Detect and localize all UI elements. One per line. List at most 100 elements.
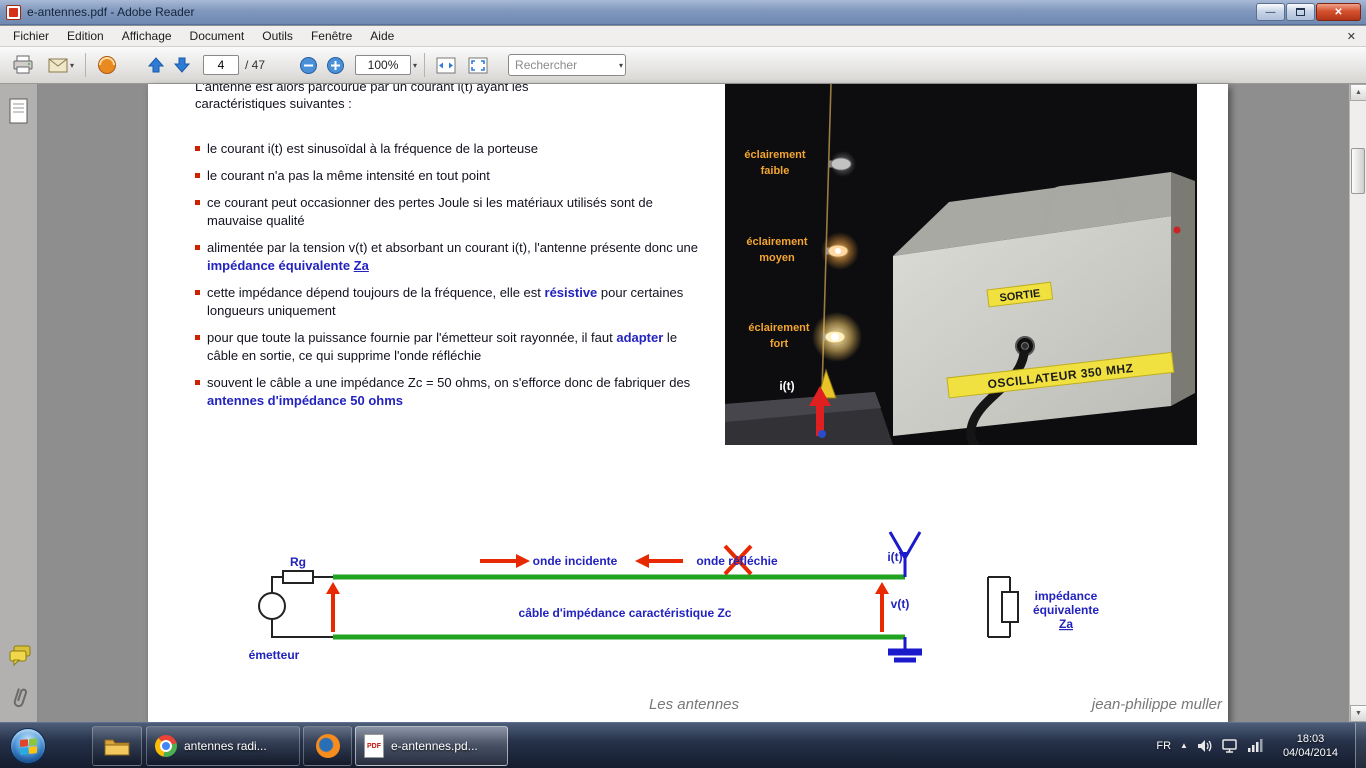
label-eclairement-moyen: éclairement (746, 236, 807, 248)
zoom-in-icon (327, 56, 345, 74)
scroll-down-icon: ▼ (1355, 710, 1362, 717)
zoom-out-icon (300, 56, 318, 74)
window-controls: — ✕ (1256, 3, 1361, 21)
pdf-window-label: e-antennes.pd... (391, 739, 478, 753)
screen: e-antennes.pdf - Adobe Reader — ✕ Fichie… (0, 0, 1366, 768)
menu-fenetre[interactable]: Fenêtre (302, 26, 361, 46)
previous-page-button[interactable] (143, 51, 169, 79)
bullet-marker (195, 380, 200, 385)
clock-time: 18:03 (1296, 732, 1325, 745)
close-button[interactable]: ✕ (1316, 3, 1361, 21)
language-indicator[interactable]: FR (1156, 740, 1171, 752)
diagram-current-label: i(t) (887, 550, 902, 564)
intro-line-2: caractéristiques suivantes : (195, 96, 352, 111)
bullet-list: le courant i(t) est sinusoïdal à la fréq… (195, 140, 709, 419)
zoom-level-select[interactable]: 100% (355, 55, 412, 75)
intro-line-1: L'antenne est alors parcourue par un cou… (195, 84, 529, 94)
pdf-file-icon: PDF (364, 734, 384, 758)
label-eclairement-fort: fort (770, 338, 789, 350)
collaboration-button[interactable] (93, 51, 121, 79)
volume-icon[interactable] (1197, 739, 1213, 753)
fit-width-icon (436, 57, 456, 73)
bullet-item: cette impédance dépend toujours de la fr… (195, 284, 709, 320)
page-total-label: / 47 (245, 58, 266, 72)
zoom-in-button[interactable] (322, 51, 349, 79)
start-button[interactable] (10, 728, 46, 764)
menu-affichage[interactable]: Affichage (113, 26, 181, 46)
comments-button[interactable] (8, 644, 32, 671)
clock-date: 04/04/2014 (1282, 746, 1338, 759)
firefox-icon (315, 734, 340, 758)
page-thumbnails-icon (9, 98, 28, 124)
taskbar-explorer-button[interactable] (92, 726, 142, 766)
menu-outils[interactable]: Outils (253, 26, 302, 46)
window-title: e-antennes.pdf - Adobe Reader (27, 5, 195, 19)
photo-current-label: i(t) (779, 379, 794, 393)
bullet-item: pour que toute la puissance fournie par … (195, 329, 709, 365)
menu-edition[interactable]: Edition (58, 26, 113, 46)
intro-paragraph: L'antenne est alors parcourue par un cou… (195, 84, 715, 112)
arrow-up-icon (147, 57, 165, 73)
comments-icon (9, 645, 31, 667)
attachments-button[interactable] (8, 686, 30, 715)
scrollbar-thumb[interactable] (1351, 148, 1365, 194)
left-navigation-rail (0, 84, 38, 722)
folder-icon (104, 739, 130, 755)
diagram-voltage-label: v(t) (891, 597, 910, 611)
antenna-photo-figure: SORTIE OSCILLATEUR 350 MHZ éclairement f… (725, 84, 1197, 450)
zoom-chevron-down-icon[interactable]: ▾ (413, 61, 417, 70)
minimize-button[interactable]: — (1256, 3, 1285, 21)
show-desktop-button[interactable] (1355, 723, 1366, 768)
windows-logo-icon (20, 738, 38, 756)
taskbar-clock[interactable]: 18:03 04/04/2014 (1283, 732, 1338, 760)
maximize-button[interactable] (1286, 3, 1315, 21)
bullet-item: le courant n'a pas la même intensité en … (195, 167, 709, 185)
signal-strength-icon[interactable] (1247, 739, 1264, 752)
bullet-text: pour que toute la puissance fournie par … (207, 330, 678, 363)
impedance-label: Za (1059, 617, 1073, 631)
taskbar-pdf-button[interactable]: PDF e-antennes.pd... (355, 726, 508, 766)
close-icon: ✕ (1334, 6, 1343, 18)
menu-document[interactable]: Document (181, 26, 254, 46)
bullet-item: souvent le câble a une impédance Zc = 50… (195, 374, 709, 410)
vertical-scrollbar[interactable]: ▲ ▼ (1349, 84, 1366, 722)
paperclip-icon (13, 688, 27, 708)
taskbar-chrome-button[interactable]: antennes radi... (146, 726, 300, 766)
label-eclairement-faible: éclairement (744, 149, 805, 161)
print-button[interactable] (8, 51, 38, 79)
minimize-icon: — (1265, 6, 1276, 18)
collaboration-icon (98, 56, 117, 74)
network-icon[interactable] (1222, 738, 1239, 753)
search-input[interactable] (509, 56, 618, 74)
titlebar: e-antennes.pdf - Adobe Reader — ✕ (0, 0, 1366, 25)
scroll-up-button[interactable]: ▲ (1350, 84, 1366, 101)
chrome-icon (155, 735, 177, 757)
zoom-out-button[interactable] (295, 51, 322, 79)
bullet-marker (195, 335, 200, 340)
bullet-marker (195, 173, 200, 178)
resistor-symbol (282, 570, 314, 584)
next-page-button[interactable] (169, 51, 195, 79)
scroll-down-button[interactable]: ▼ (1350, 705, 1366, 722)
label-eclairement-moyen: moyen (759, 252, 795, 264)
onde-incidente-label: onde incidente (533, 554, 618, 568)
menu-fichier[interactable]: Fichier (4, 26, 58, 46)
page-number-input[interactable] (203, 55, 240, 75)
taskbar-firefox-button[interactable] (303, 726, 352, 766)
impedance-label: impédance (1035, 589, 1098, 603)
schematic-figure: Rg onde incidente onde réfléchie i(t) v(… (249, 531, 1099, 663)
send-file-button[interactable]: ▾ (44, 51, 78, 79)
hidden-icons-button[interactable]: ▲ (1180, 741, 1188, 750)
search-chevron-down-icon[interactable]: ▾ (619, 61, 623, 70)
maximize-icon (1296, 8, 1305, 16)
system-tray: FR ▲ 18:03 04/04/2014 (1156, 723, 1352, 768)
fit-width-button[interactable] (432, 51, 460, 79)
page-thumbnails-button[interactable] (8, 98, 30, 131)
bullet-text: cette impédance dépend toujours de la fr… (207, 285, 684, 318)
bullet-marker (195, 245, 200, 250)
antenna-photo: SORTIE OSCILLATEUR 350 MHZ éclairement f… (725, 84, 1197, 450)
footer-author: jean-philippe muller (1091, 696, 1222, 713)
fullscreen-button[interactable] (464, 51, 492, 79)
menubar-close-icon[interactable]: ✕ (1347, 30, 1356, 43)
menu-aide[interactable]: Aide (361, 26, 403, 46)
